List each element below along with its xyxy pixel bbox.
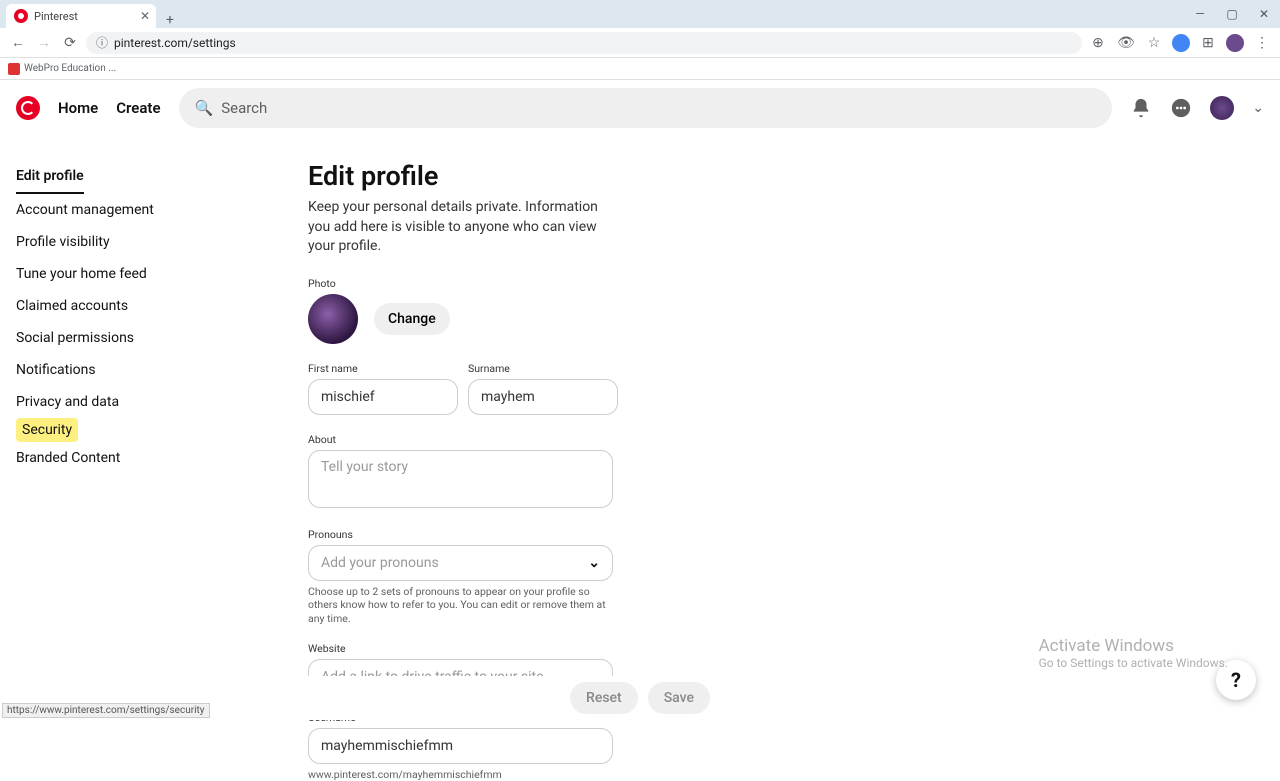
sidebar-item-branded-content[interactable]: Branded Content (16, 442, 120, 474)
bookmark-item[interactable]: WebPro Education ... (24, 63, 116, 74)
forward-button[interactable]: → (34, 33, 54, 53)
watermark-subtitle: Go to Settings to activate Windows. (1039, 656, 1228, 670)
surname-label: Surname (468, 362, 618, 375)
sidebar-item-profile-visibility[interactable]: Profile visibility (16, 226, 110, 258)
chevron-down-icon: ⌄ (588, 555, 600, 571)
maximize-button[interactable]: ▢ (1216, 0, 1248, 28)
bookmark-bar: WebPro Education ... (0, 58, 1280, 80)
profile-photo (308, 294, 358, 344)
tab-title: Pinterest (34, 10, 78, 23)
search-placeholder: Search (221, 99, 267, 117)
first-name-label: First name (308, 362, 458, 375)
username-url: www.pinterest.com/mayhemmischiefmm (308, 768, 920, 781)
nav-create[interactable]: Create (116, 99, 160, 117)
sidebar-item-tune-home-feed[interactable]: Tune your home feed (16, 258, 147, 290)
app-header: Home Create 🔍 Search ⌄ (0, 80, 1280, 136)
address-bar[interactable]: ⓘ pinterest.com/settings (86, 32, 1082, 54)
extensions-icon[interactable]: ⊞ (1198, 33, 1218, 53)
new-tab-button[interactable]: + (156, 12, 184, 28)
sidebar-item-security[interactable]: Security (16, 418, 78, 442)
windows-watermark: Activate Windows Go to Settings to activ… (1039, 636, 1228, 670)
reload-button[interactable]: ⟳ (60, 33, 80, 53)
bookmark-star-icon[interactable]: ☆ (1144, 33, 1164, 53)
sidebar-item-claimed-accounts[interactable]: Claimed accounts (16, 290, 128, 322)
notifications-icon[interactable] (1130, 97, 1152, 119)
surname-input[interactable] (468, 379, 618, 415)
back-button[interactable]: ← (8, 33, 28, 53)
save-button[interactable]: Save (648, 682, 710, 714)
close-icon[interactable]: ✕ (140, 9, 150, 23)
menu-icon[interactable]: ⋮ (1252, 33, 1272, 53)
extension-icon[interactable] (1172, 34, 1190, 52)
sidebar-item-notifications[interactable]: Notifications (16, 354, 96, 386)
bookmark-favicon (8, 63, 20, 75)
browser-tab[interactable]: Pinterest ✕ (6, 4, 156, 28)
username-input[interactable] (308, 728, 613, 764)
close-window-button[interactable]: ✕ (1248, 0, 1280, 28)
about-textarea[interactable] (308, 450, 613, 508)
sidebar-item-edit-profile[interactable]: Edit profile (16, 160, 84, 194)
pronouns-label: Pronouns (308, 528, 920, 541)
messages-icon[interactable] (1170, 97, 1192, 119)
sidebar-item-privacy-data[interactable]: Privacy and data (16, 386, 119, 418)
pronouns-helper: Choose up to 2 sets of pronouns to appea… (308, 585, 613, 626)
watermark-title: Activate Windows (1039, 636, 1228, 656)
status-bar-link: https://www.pinterest.com/settings/secur… (2, 703, 210, 718)
chevron-down-icon[interactable]: ⌄ (1252, 100, 1264, 116)
profile-avatar-icon[interactable] (1226, 34, 1244, 52)
change-photo-button[interactable]: Change (374, 303, 450, 335)
pinterest-favicon (14, 9, 28, 23)
sidebar-item-social-permissions[interactable]: Social permissions (16, 322, 134, 354)
nav-home[interactable]: Home (58, 99, 98, 117)
eye-icon[interactable]: 👁 (1116, 33, 1136, 53)
page-title: Edit profile (308, 160, 920, 192)
browser-tab-strip: Pinterest ✕ + — ▢ ✕ (0, 0, 1280, 28)
main-content: Edit profile Keep your personal details … (280, 136, 920, 720)
website-label: Website (308, 642, 920, 655)
about-label: About (308, 433, 920, 446)
photo-label: Photo (308, 277, 920, 290)
minimize-button[interactable]: — (1184, 0, 1216, 28)
install-icon[interactable]: ⊕ (1088, 33, 1108, 53)
search-icon: 🔍 (195, 99, 214, 117)
site-info-icon[interactable]: ⓘ (96, 34, 108, 51)
pronouns-select[interactable]: Add your pronouns ⌄ (308, 545, 613, 581)
user-avatar[interactable] (1210, 96, 1234, 120)
url-text: pinterest.com/settings (114, 36, 236, 50)
browser-toolbar: ← → ⟳ ⓘ pinterest.com/settings ⊕ 👁 ☆ ⊞ ⋮ (0, 28, 1280, 58)
pinterest-logo[interactable] (16, 96, 40, 120)
pronouns-placeholder: Add your pronouns (321, 555, 439, 571)
sidebar-item-account-management[interactable]: Account management (16, 194, 154, 226)
page-description: Keep your personal details private. Info… (308, 198, 608, 257)
search-input[interactable]: 🔍 Search (179, 88, 1113, 128)
first-name-input[interactable] (308, 379, 458, 415)
settings-sidebar: Edit profile Account management Profile … (0, 136, 280, 720)
reset-button[interactable]: Reset (570, 682, 638, 714)
